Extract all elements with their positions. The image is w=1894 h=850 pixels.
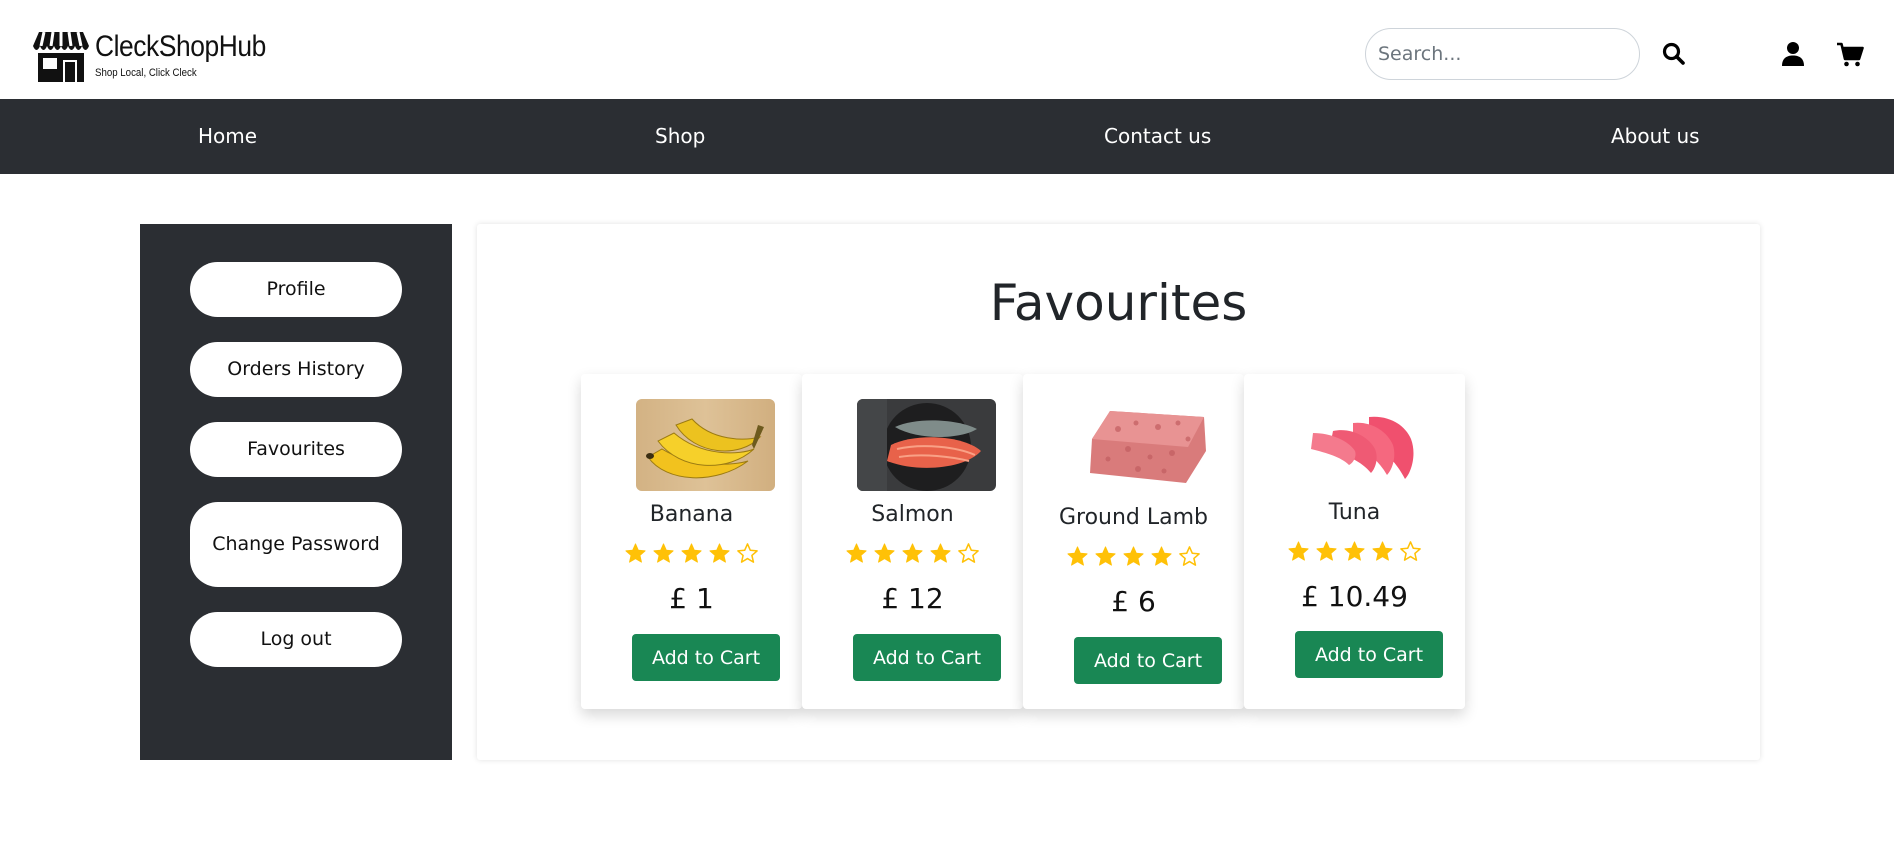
ground-lamb-image[interactable]	[1078, 399, 1217, 491]
product-name[interactable]: Banana	[581, 502, 802, 527]
sidebar-item-change-password[interactable]: Change Password	[190, 502, 402, 587]
brand-name: CleckShopHub	[95, 30, 266, 63]
nav-shop[interactable]: Shop	[655, 99, 705, 174]
star-filled-icon	[1095, 546, 1116, 566]
star-empty-icon	[1400, 541, 1421, 561]
star-empty-icon	[737, 543, 758, 563]
search-input[interactable]	[1365, 28, 1640, 80]
star-filled-icon	[709, 543, 730, 563]
product-name[interactable]: Tuna	[1244, 500, 1465, 525]
sidebar-item-log-out[interactable]: Log out	[190, 612, 402, 667]
product-card: Banana £ 1 Add to Cart	[581, 374, 802, 709]
rating-stars	[581, 542, 802, 565]
brand-logo[interactable]: CleckShopHub Shop Local, Click Cleck	[33, 28, 289, 82]
rating-stars	[802, 542, 1023, 565]
star-filled-icon	[1344, 541, 1365, 561]
banana-image[interactable]	[636, 399, 775, 491]
rating-stars	[1244, 540, 1465, 563]
star-empty-icon	[1179, 546, 1200, 566]
product-name[interactable]: Ground Lamb	[1023, 505, 1244, 530]
rating-stars	[1023, 545, 1244, 568]
sidebar-item-orders-history[interactable]: Orders History	[190, 342, 402, 397]
favourites-panel: Favourites Banana £ 1 Add to Cart Salmon…	[477, 224, 1760, 760]
product-price: £ 10.49	[1301, 580, 1408, 613]
star-filled-icon	[625, 543, 646, 563]
storefront-icon	[33, 31, 89, 82]
nav-about-us[interactable]: About us	[1611, 99, 1700, 174]
add-to-cart-button[interactable]: Add to Cart	[1295, 631, 1443, 678]
nav-home[interactable]: Home	[198, 99, 257, 174]
user-icon[interactable]	[1780, 40, 1806, 68]
page-title: Favourites	[989, 274, 1248, 332]
product-card: Ground Lamb £ 6 Add to Cart	[1023, 374, 1244, 709]
product-card: Tuna £ 10.49 Add to Cart	[1244, 374, 1465, 709]
site-header: CleckShopHub Shop Local, Click Cleck	[0, 0, 1894, 99]
sidebar-item-profile[interactable]: Profile	[190, 262, 402, 317]
star-filled-icon	[1288, 541, 1309, 561]
salmon-image[interactable]	[857, 399, 996, 491]
product-price: £ 6	[1111, 585, 1156, 618]
search-icon[interactable]	[1660, 40, 1688, 68]
star-empty-icon	[958, 543, 979, 563]
add-to-cart-button[interactable]: Add to Cart	[853, 634, 1001, 681]
star-filled-icon	[874, 543, 895, 563]
star-filled-icon	[1123, 546, 1144, 566]
add-to-cart-button[interactable]: Add to Cart	[1074, 637, 1222, 684]
cart-icon[interactable]	[1836, 40, 1864, 68]
star-filled-icon	[846, 543, 867, 563]
star-filled-icon	[1151, 546, 1172, 566]
star-filled-icon	[1372, 541, 1393, 561]
star-filled-icon	[681, 543, 702, 563]
account-sidebar: Profile Orders History Favourites Change…	[140, 224, 452, 760]
nav-contact-us[interactable]: Contact us	[1104, 99, 1211, 174]
product-name[interactable]: Salmon	[802, 502, 1023, 527]
product-price: £ 12	[881, 582, 944, 615]
star-filled-icon	[1316, 541, 1337, 561]
product-card: Salmon £ 12 Add to Cart	[802, 374, 1023, 709]
tuna-image[interactable]	[1299, 399, 1438, 491]
add-to-cart-button[interactable]: Add to Cart	[632, 634, 780, 681]
star-filled-icon	[902, 543, 923, 563]
brand-tagline: Shop Local, Click Cleck	[95, 67, 197, 79]
star-filled-icon	[930, 543, 951, 563]
product-price: £ 1	[669, 582, 714, 615]
main-nav: Home Shop Contact us About us	[0, 99, 1894, 174]
sidebar-item-favourites[interactable]: Favourites	[190, 422, 402, 477]
star-filled-icon	[653, 543, 674, 563]
star-filled-icon	[1067, 546, 1088, 566]
